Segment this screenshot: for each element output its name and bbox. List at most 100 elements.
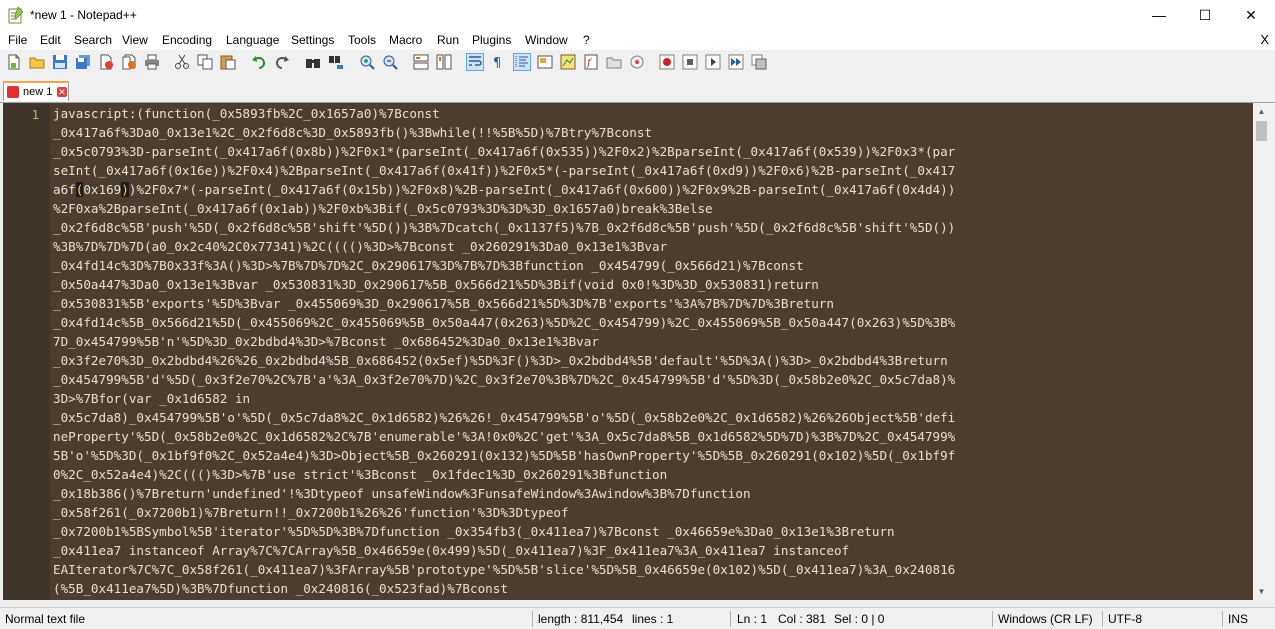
maximize-button[interactable]: ☐ [1182, 0, 1228, 30]
menu-window[interactable]: Window [525, 33, 568, 47]
code-text: _0x411ea7 instanceof Array%7C%7CArray%5B… [53, 543, 850, 558]
close-window-button[interactable]: ✕ [1228, 0, 1274, 30]
save-icon[interactable] [52, 54, 68, 70]
scroll-down-icon[interactable]: ▼ [1253, 583, 1270, 600]
open-file-icon[interactable] [29, 54, 45, 70]
code-text: EAIterator%7C%7C_0x58f261(_0x411ea7)%3FA… [53, 562, 956, 577]
scrollbar-thumb[interactable] [1256, 121, 1267, 141]
menu-tools[interactable]: Tools [348, 33, 376, 47]
zoom-in-icon[interactable] [359, 54, 375, 70]
code-line: _0x5c0793%3D-parseInt(_0x417a6f(0x8b))%2… [53, 142, 955, 161]
code-text: _0x417a6f%3Da0_0x13e1%2C_0x2f6d8c%3D_0x5… [53, 125, 652, 140]
code-area[interactable]: javascript:(function(_0x5893fb%2C_0x1657… [53, 103, 1249, 600]
status-divider [992, 611, 993, 627]
undo-icon[interactable] [251, 54, 267, 70]
code-line: a6f(0x169))%2F0x7*(-parseInt(_0x417a6f(0… [53, 180, 955, 199]
brace-match-highlight: ) [121, 182, 129, 197]
menu-view[interactable]: View [122, 33, 148, 47]
function-list-icon[interactable]: f [583, 54, 599, 70]
code-text: 5B'o'%5D%3D(_0x1bf9f0%2C_0x52a4e4)%3D>Ob… [53, 448, 956, 463]
status-divider [1222, 611, 1223, 627]
menu-help[interactable]: ? [583, 33, 590, 47]
tab-label: new 1 [23, 86, 53, 98]
folder-as-workspace-icon[interactable] [606, 54, 622, 70]
code-text: _0x4fd14c%3D%7B0x33f%3A()%3D>%7B%7D%7D%2… [53, 258, 804, 273]
replace-icon[interactable] [328, 54, 344, 70]
close-all-icon[interactable] [121, 54, 137, 70]
code-text: _0x58f261(_0x7200b1)%7Breturn!!_0x7200b1… [53, 505, 569, 520]
menu-run[interactable]: Run [437, 33, 459, 47]
status-encoding[interactable]: UTF-8 [1108, 612, 1142, 626]
code-line: 5B'o'%5D%3D(_0x1bf9f0%2C_0x52a4e4)%3D>Ob… [53, 446, 955, 465]
playback-macro-icon[interactable] [705, 54, 721, 70]
status-insert-mode[interactable]: INS [1228, 612, 1248, 626]
code-line: 3D>%7Bfor(var _0x1d6582 in [53, 389, 250, 408]
code-text: _0x50a447%3Da0_0x13e1%3Bvar _0x530831%3D… [53, 277, 819, 292]
close-document-x-icon[interactable]: X [1260, 32, 1269, 47]
find-icon[interactable] [305, 54, 321, 70]
save-all-icon[interactable] [75, 54, 91, 70]
svg-text:¶: ¶ [493, 56, 501, 70]
code-line: %2F0xa%2BparseInt(_0x417a6f(0x1ab))%2F0x… [53, 199, 713, 218]
menu-edit[interactable]: Edit [40, 33, 61, 47]
status-eol[interactable]: Windows (CR LF) [998, 612, 1093, 626]
code-text: _0x7200b1%5BSymbol%5B'iterator'%5D%5D%3B… [53, 524, 895, 539]
close-icon[interactable] [98, 54, 114, 70]
menu-settings[interactable]: Settings [291, 33, 334, 47]
code-line: _0x50a447%3Da0_0x13e1%3Bvar _0x530831%3D… [53, 275, 819, 294]
toolbar: ¶ f [0, 51, 1275, 74]
code-text: (%5B_0x411ea7%5D)%3B%7Dfunction _0x24081… [53, 581, 508, 596]
copy-icon[interactable] [197, 54, 213, 70]
code-line: _0x4fd14c%3D%7B0x33f%3A()%3D>%7B%7D%7D%2… [53, 256, 804, 275]
save-macro-icon[interactable] [751, 54, 767, 70]
word-wrap-icon[interactable] [466, 53, 484, 71]
code-text: _0x4fd14c%5B_0x566d21%5D(_0x455069%2C_0x… [53, 315, 956, 330]
scroll-up-icon[interactable]: ▲ [1253, 103, 1270, 120]
code-line: _0x417a6f%3Da0_0x13e1%2C_0x2f6d8c%3D_0x5… [53, 123, 652, 142]
monitoring-icon[interactable] [629, 54, 645, 70]
menu-plugins[interactable]: Plugins [472, 33, 511, 47]
code-text: %3B%7D%7D%7D(a0_0x2c40%2C0x77341)%2C((((… [53, 239, 668, 254]
vertical-scrollbar[interactable]: ▲ ▼ [1253, 103, 1270, 600]
tab-bar: new 1 ✕ [0, 78, 1275, 103]
status-lines: lines : 1 [632, 612, 674, 626]
new-file-icon[interactable] [6, 54, 22, 70]
cut-icon[interactable] [174, 54, 190, 70]
indent-guide-icon[interactable] [513, 53, 531, 71]
code-text: a6f [53, 182, 76, 197]
print-icon[interactable] [144, 54, 160, 70]
menu-file[interactable]: File [8, 33, 27, 47]
code-text: _0x530831%5B'exports'%5D%3Bvar _0x455069… [53, 296, 834, 311]
code-line: _0x4fd14c%5B_0x566d21%5D(_0x455069%2C_0x… [53, 313, 955, 332]
menu-search[interactable]: Search [74, 33, 112, 47]
sync-vertical-icon[interactable] [413, 54, 429, 70]
tab-close-icon[interactable]: ✕ [57, 87, 67, 97]
code-line: (%5B_0x411ea7%5D)%3B%7Dfunction _0x24081… [53, 579, 508, 598]
code-line: _0x454799%5B'd'%5D(_0x3f2e70%2C%7B'a'%3A… [53, 370, 955, 389]
menu-macro[interactable]: Macro [389, 33, 422, 47]
code-text: _0x2f6d8c%5B'push'%5D(_0x2f6d8c%5B'shift… [53, 220, 956, 235]
code-text: neProperty'%5D(_0x58b2e0%2C_0x1d6582%2C%… [53, 429, 956, 444]
code-text: _0x18b386()%7Breturn'undefined'!%3Dtypeo… [53, 486, 751, 501]
code-line: _0x2f6d8c%5B'push'%5D(_0x2f6d8c%5B'shift… [53, 218, 955, 237]
record-macro-icon[interactable] [659, 54, 675, 70]
code-text: _0x5c0793%3D-parseInt(_0x417a6f(0x8b))%2… [53, 144, 956, 159]
stop-recording-icon[interactable] [682, 54, 698, 70]
user-defined-language-icon[interactable] [537, 54, 553, 70]
redo-icon[interactable] [274, 54, 290, 70]
status-ln: Ln : 1 [737, 612, 768, 626]
menu-bar: File Edit Search View Encoding Language … [0, 30, 1275, 50]
title-bar: *new 1 - Notepad++ — ☐ ✕ [0, 0, 1275, 30]
run-macro-multiple-icon[interactable] [728, 54, 744, 70]
code-line: _0x3f2e70%3D_0x2bdbd4%26%26_0x2bdbd4%5B_… [53, 351, 948, 370]
tab-new-1[interactable]: new 1 ✕ [3, 81, 69, 101]
menu-encoding[interactable]: Encoding [162, 33, 212, 47]
show-all-characters-icon[interactable]: ¶ [490, 54, 506, 70]
zoom-out-icon[interactable] [382, 54, 398, 70]
text-editor[interactable]: 1 javascript:(function(_0x5893fb%2C_0x16… [3, 103, 1253, 600]
sync-horizontal-icon[interactable] [436, 54, 452, 70]
document-map-icon[interactable] [560, 54, 576, 70]
minimize-button[interactable]: — [1136, 0, 1182, 30]
paste-icon[interactable] [220, 54, 236, 70]
menu-language[interactable]: Language [226, 33, 279, 47]
